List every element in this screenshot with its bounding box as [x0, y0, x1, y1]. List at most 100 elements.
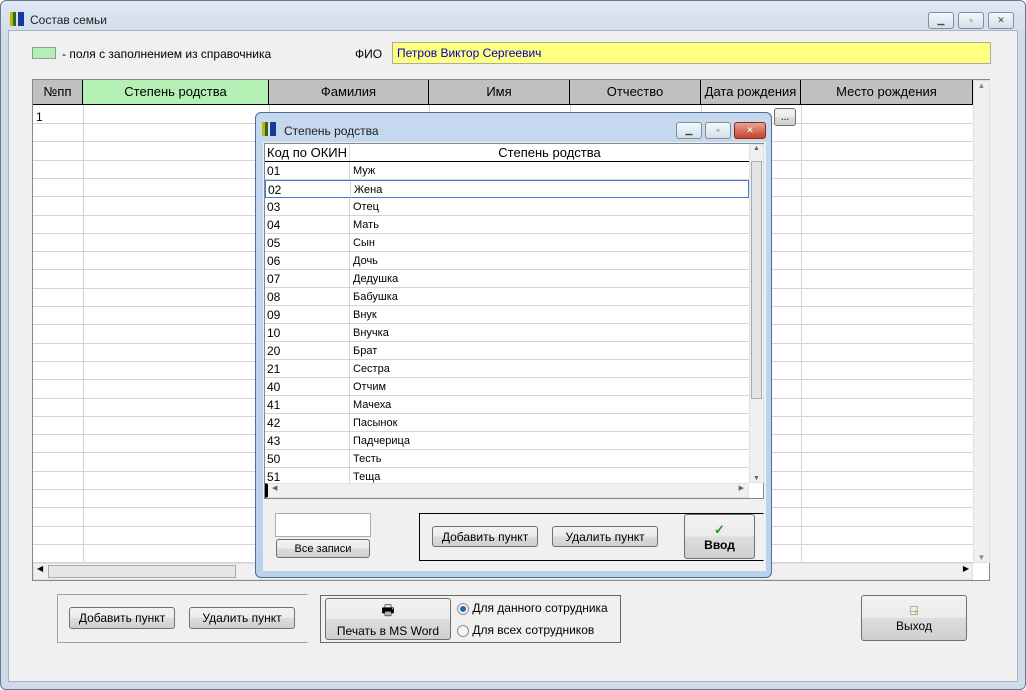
relation-code: 03	[267, 200, 281, 214]
relation-row[interactable]: 43 Падчерица	[265, 432, 749, 450]
relation-row[interactable]: 42 Пасынок	[265, 414, 749, 432]
relation-name: Падчерица	[349, 432, 410, 450]
col-header-firstname[interactable]: Имя	[429, 80, 570, 105]
relation-name: Жена	[350, 181, 382, 199]
relation-row[interactable]: 09 Внук	[265, 306, 749, 324]
dialog-add-button[interactable]: Добавить пункт	[432, 526, 538, 547]
radio-all-employees[interactable]: Для всех сотрудников	[457, 623, 594, 637]
relation-name: Внук	[349, 306, 377, 324]
print-word-button[interactable]: 🖶 Печать в MS Word	[325, 598, 451, 640]
relation-row[interactable]: 03 Отец	[265, 198, 749, 216]
relation-row[interactable]: 06 Дочь	[265, 252, 749, 270]
col-header-patronymic[interactable]: Отчество	[570, 80, 701, 105]
relation-code: 50	[267, 452, 281, 466]
col-header-relation-name[interactable]: Степень родства	[349, 144, 749, 161]
relation-row[interactable]: 41 Мачеха	[265, 396, 749, 414]
row-number: 1	[36, 110, 43, 124]
relation-code: 07	[267, 272, 281, 286]
legend-text: - поля с заполнением из справочника	[62, 47, 272, 61]
date-picker-button[interactable]: ...	[774, 108, 796, 126]
relation-name: Брат	[349, 342, 377, 360]
col-header-birthplace[interactable]: Место рождения	[801, 80, 973, 105]
radio-this-employee[interactable]: Для данного сотрудника	[457, 601, 608, 615]
relation-row[interactable]: 05 Сын	[265, 234, 749, 252]
relation-row[interactable]: 20 Брат	[265, 342, 749, 360]
all-records-button[interactable]: Все записи	[276, 539, 370, 558]
ok-label: Ввод	[704, 537, 735, 552]
relation-row[interactable]: 40 Отчим	[265, 378, 749, 396]
relation-name: Бабушка	[349, 288, 398, 306]
relation-row[interactable]: 02 Жена	[265, 180, 749, 199]
relation-name: Пасынок	[349, 414, 397, 432]
exit-door-icon: ⍈	[910, 603, 918, 618]
dialog-maximize-button[interactable]: ▫	[705, 122, 731, 139]
relation-code: 06	[267, 254, 281, 268]
relation-code: 41	[267, 398, 281, 412]
printer-icon: 🖶	[381, 602, 395, 618]
ok-button[interactable]: ✓ Ввод	[684, 514, 755, 559]
relation-name: Тесть	[349, 450, 382, 468]
relation-dialog: Степень родства ▁ ▫ ✕ Код по ОКИН Степен…	[255, 112, 772, 578]
dialog-close-button[interactable]: ✕	[734, 122, 766, 139]
col-header-lastname[interactable]: Фамилия	[269, 80, 429, 105]
maximize-button[interactable]: ▫	[958, 12, 984, 29]
relation-grid-header: Код по ОКИН Степень родства	[265, 144, 749, 162]
exit-button[interactable]: ⍈ Выход	[861, 595, 967, 641]
relation-code: 43	[267, 434, 281, 448]
dialog-vertical-scrollbar[interactable]: ▲ ▼	[749, 144, 764, 483]
relation-name: Дедушка	[349, 270, 398, 288]
print-label: Печать в MS Word	[336, 624, 440, 638]
app-icon	[10, 12, 24, 26]
relation-name: Отец	[349, 198, 379, 216]
relation-name: Дочь	[349, 252, 378, 270]
relation-code: 05	[267, 236, 281, 250]
col-header-relation[interactable]: Степень родства	[83, 80, 269, 105]
delete-item-button[interactable]: Удалить пункт	[189, 607, 295, 629]
relation-code: 20	[267, 344, 281, 358]
relation-name: Сестра	[349, 360, 390, 378]
minimize-button[interactable]: ▁	[928, 12, 954, 29]
relation-code: 08	[267, 290, 281, 304]
fio-label: ФИО	[355, 47, 383, 61]
add-item-button[interactable]: Добавить пункт	[69, 607, 175, 629]
relation-name: Муж	[349, 162, 375, 180]
grid-column-line	[83, 105, 84, 563]
grid-column-line	[801, 105, 802, 563]
relation-row[interactable]: 10 Внучка	[265, 324, 749, 342]
fio-field[interactable]: Петров Виктор Сергеевич	[392, 42, 991, 64]
radio-selected-icon	[457, 602, 469, 615]
vertical-scrollbar[interactable]: ▲ ▼	[973, 80, 990, 563]
search-input[interactable]	[275, 513, 371, 537]
relation-code: 40	[267, 380, 281, 394]
radio-all-label: Для всех сотрудников	[472, 623, 595, 637]
relation-row[interactable]: 08 Бабушка	[265, 288, 749, 306]
exit-label: Выход	[896, 619, 932, 633]
window-title: Состав семьи	[30, 13, 107, 27]
relation-row[interactable]: 04 Мать	[265, 216, 749, 234]
radio-unselected-icon	[457, 624, 469, 637]
relation-grid[interactable]: Код по ОКИН Степень родства 01 Муж 02 Жена 0…	[264, 143, 764, 499]
relation-name: Отчим	[349, 378, 386, 396]
relation-code: 04	[267, 218, 281, 232]
relation-code: 10	[267, 326, 281, 340]
checkmark-icon: ✓	[714, 521, 725, 537]
col-header-code[interactable]: Код по ОКИН	[267, 144, 347, 161]
dialog-title: Степень родства	[284, 124, 379, 138]
relation-row[interactable]: 21 Сестра	[265, 360, 749, 378]
col-header-num[interactable]: №пп	[33, 80, 83, 105]
dialog-horizontal-scrollbar[interactable]: ◀ ▶	[265, 483, 749, 498]
relation-code: 09	[267, 308, 281, 322]
close-button[interactable]: ✕	[988, 12, 1014, 29]
legend-swatch	[32, 47, 56, 59]
relation-name: Мачеха	[349, 396, 391, 414]
relation-row[interactable]: 01 Муж	[265, 162, 749, 180]
col-header-birthdate[interactable]: Дата рождения	[701, 80, 801, 105]
relation-name: Мать	[349, 216, 379, 234]
relation-code: 21	[267, 362, 281, 376]
dialog-icon	[262, 122, 276, 136]
relation-row[interactable]: 07 Дедушка	[265, 270, 749, 288]
dialog-delete-button[interactable]: Удалить пункт	[552, 526, 658, 547]
relation-name: Сын	[349, 234, 375, 252]
dialog-minimize-button[interactable]: ▁	[676, 122, 702, 139]
relation-row[interactable]: 50 Тесть	[265, 450, 749, 468]
